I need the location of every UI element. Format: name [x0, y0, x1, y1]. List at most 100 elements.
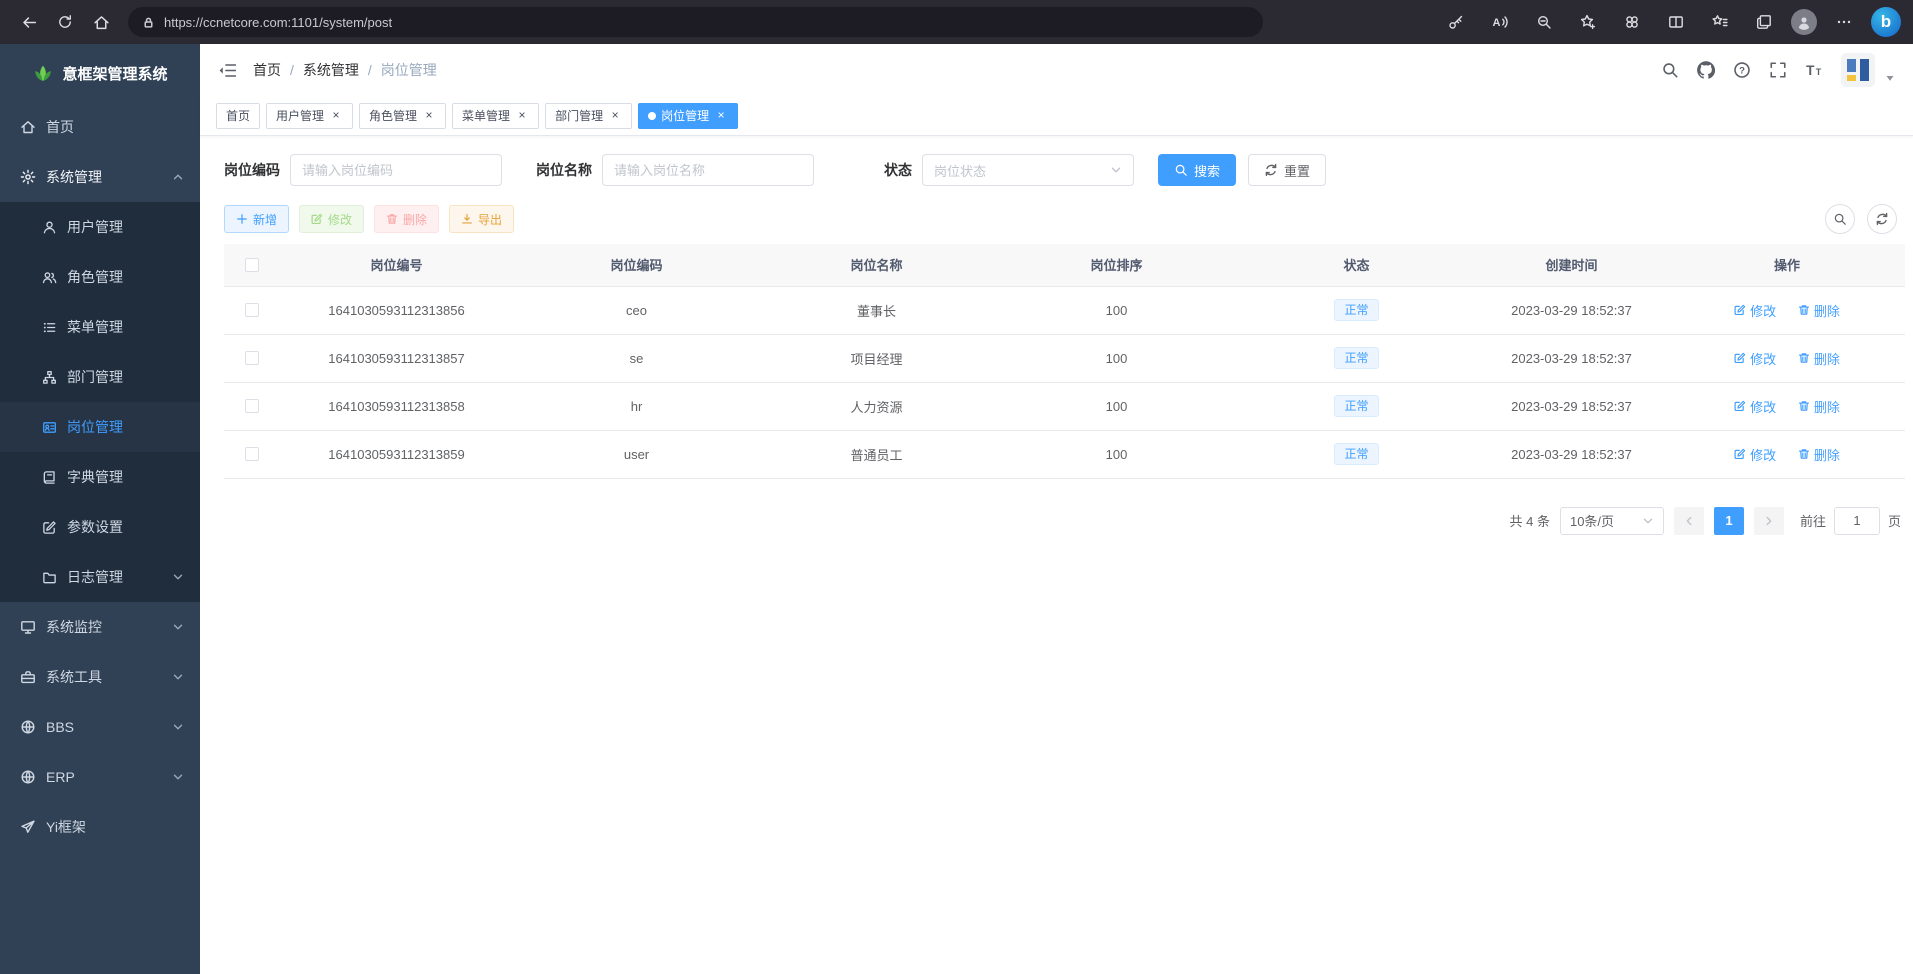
search-button[interactable]: 搜索 [1158, 154, 1236, 186]
sidebar-item-system-monitor[interactable]: 系统监控 [0, 602, 200, 652]
tab-department-management[interactable]: 部门管理 × [545, 103, 632, 129]
refresh-icon [1875, 212, 1889, 226]
row-delete-link[interactable]: 删除 [1798, 445, 1840, 464]
sidebar-item-system-tools[interactable]: 系统工具 [0, 652, 200, 702]
delete-button[interactable]: 删除 [374, 205, 439, 233]
sidebar-item-label: 角色管理 [67, 267, 123, 287]
sidebar-item-menu-management[interactable]: 菜单管理 [0, 302, 200, 352]
prev-page-button[interactable] [1674, 507, 1704, 535]
tab-role-management[interactable]: 角色管理 × [359, 103, 446, 129]
add-button[interactable]: 新增 [224, 205, 289, 233]
tab-home[interactable]: 首页 [216, 103, 260, 129]
org-tree-icon [42, 370, 57, 385]
row-edit-link[interactable]: 修改 [1734, 349, 1776, 368]
page-size-select[interactable]: 10条/页 [1560, 507, 1664, 535]
row-checkbox[interactable] [245, 351, 259, 365]
export-button[interactable]: 导出 [449, 205, 514, 233]
refresh-table-button[interactable] [1867, 204, 1897, 234]
page-number-button[interactable]: 1 [1714, 507, 1744, 535]
select-all-checkbox[interactable] [245, 258, 259, 272]
header-search-button[interactable] [1661, 61, 1679, 79]
globe-icon [20, 719, 36, 735]
row-checkbox[interactable] [245, 447, 259, 461]
avatar-dropdown-caret[interactable] [1885, 73, 1895, 83]
sidebar-item-post-management[interactable]: 岗位管理 [0, 402, 200, 452]
row-checkbox[interactable] [245, 399, 259, 413]
sidebar-item-home[interactable]: 首页 [0, 102, 200, 152]
tab-close-icon[interactable]: × [329, 109, 343, 123]
browser-back-button[interactable] [12, 5, 46, 39]
row-edit-link[interactable]: 修改 [1734, 301, 1776, 320]
status-select-placeholder: 岗位状态 [934, 161, 986, 180]
row-delete-link[interactable]: 删除 [1798, 349, 1840, 368]
tab-menu-management[interactable]: 菜单管理 × [452, 103, 539, 129]
tab-user-management[interactable]: 用户管理 × [266, 103, 353, 129]
toggle-search-button[interactable] [1825, 204, 1855, 234]
sidebar-item-system-management[interactable]: 系统管理 [0, 152, 200, 202]
delete-link-label: 删除 [1814, 301, 1840, 320]
question-circle-icon: ? [1733, 61, 1751, 79]
row-delete-link[interactable]: 删除 [1798, 397, 1840, 416]
reset-button-label: 重置 [1284, 161, 1310, 180]
sidebar-item-parameter-settings[interactable]: 参数设置 [0, 502, 200, 552]
help-button[interactable]: ? [1733, 61, 1751, 79]
tab-close-icon[interactable]: × [608, 109, 622, 123]
sidebar-item-department-management[interactable]: 部门管理 [0, 352, 200, 402]
add-favorite-button[interactable] [1571, 5, 1605, 39]
book-icon [42, 470, 57, 485]
font-size-button[interactable]: TT [1805, 61, 1823, 79]
status-select[interactable]: 岗位状态 [922, 154, 1134, 186]
sidebar-fold-button[interactable] [218, 62, 237, 79]
split-screen-button[interactable] [1659, 5, 1693, 39]
row-checkbox[interactable] [245, 303, 259, 317]
favorites-button[interactable] [1703, 5, 1737, 39]
github-link[interactable] [1697, 61, 1715, 79]
zoom-button[interactable] [1527, 5, 1561, 39]
sidebar-item-bbs[interactable]: BBS [0, 702, 200, 752]
cell-post-name: 项目经理 [759, 334, 994, 382]
browser-reload-button[interactable] [48, 5, 82, 39]
cell-post-code: ceo [514, 286, 759, 334]
extensions-button[interactable] [1615, 5, 1649, 39]
browser-menu-button[interactable] [1827, 5, 1861, 39]
svg-text:?: ? [1739, 65, 1745, 76]
post-name-field-group: 岗位名称 [536, 154, 814, 186]
sidebar-item-erp[interactable]: ERP [0, 752, 200, 802]
tab-close-icon[interactable]: × [422, 109, 436, 123]
tab-label: 用户管理 [276, 107, 324, 124]
next-page-button[interactable] [1754, 507, 1784, 535]
monitor-icon [20, 619, 36, 635]
reset-button[interactable]: 重置 [1248, 154, 1326, 186]
fullscreen-button[interactable] [1769, 61, 1787, 79]
sidebar-item-role-management[interactable]: 角色管理 [0, 252, 200, 302]
edit-icon [1734, 448, 1746, 460]
tab-label: 角色管理 [369, 107, 417, 124]
row-edit-link[interactable]: 修改 [1734, 397, 1776, 416]
breadcrumb-system[interactable]: 系统管理 [303, 60, 359, 80]
sidebar-item-user-management[interactable]: 用户管理 [0, 202, 200, 252]
row-delete-link[interactable]: 删除 [1798, 301, 1840, 320]
bing-discover-button[interactable]: b [1871, 7, 1901, 37]
address-bar[interactable]: https://ccnetcore.com:1101/system/post [128, 7, 1263, 37]
collections-button[interactable] [1747, 5, 1781, 39]
browser-profile-avatar[interactable] [1791, 9, 1817, 35]
sidebar-item-yi-framework[interactable]: Yi框架 [0, 802, 200, 852]
post-name-input[interactable] [602, 154, 814, 186]
tab-post-management[interactable]: 岗位管理 × [638, 103, 738, 129]
tab-close-icon[interactable]: × [515, 109, 529, 123]
tab-label: 部门管理 [555, 107, 603, 124]
lock-icon [142, 16, 155, 29]
goto-page-input[interactable] [1834, 507, 1880, 535]
sidebar-item-dictionary-management[interactable]: 字典管理 [0, 452, 200, 502]
post-code-input[interactable] [290, 154, 502, 186]
read-aloud-button[interactable]: A [1483, 5, 1517, 39]
breadcrumb-home[interactable]: 首页 [253, 60, 281, 80]
password-key-button[interactable] [1439, 5, 1473, 39]
user-avatar[interactable] [1841, 53, 1875, 87]
browser-home-button[interactable] [84, 5, 118, 39]
tab-close-icon[interactable]: × [714, 109, 728, 123]
export-button-label: 导出 [478, 211, 502, 228]
row-edit-link[interactable]: 修改 [1734, 445, 1776, 464]
sidebar-item-log-management[interactable]: 日志管理 [0, 552, 200, 602]
edit-button[interactable]: 修改 [299, 205, 364, 233]
